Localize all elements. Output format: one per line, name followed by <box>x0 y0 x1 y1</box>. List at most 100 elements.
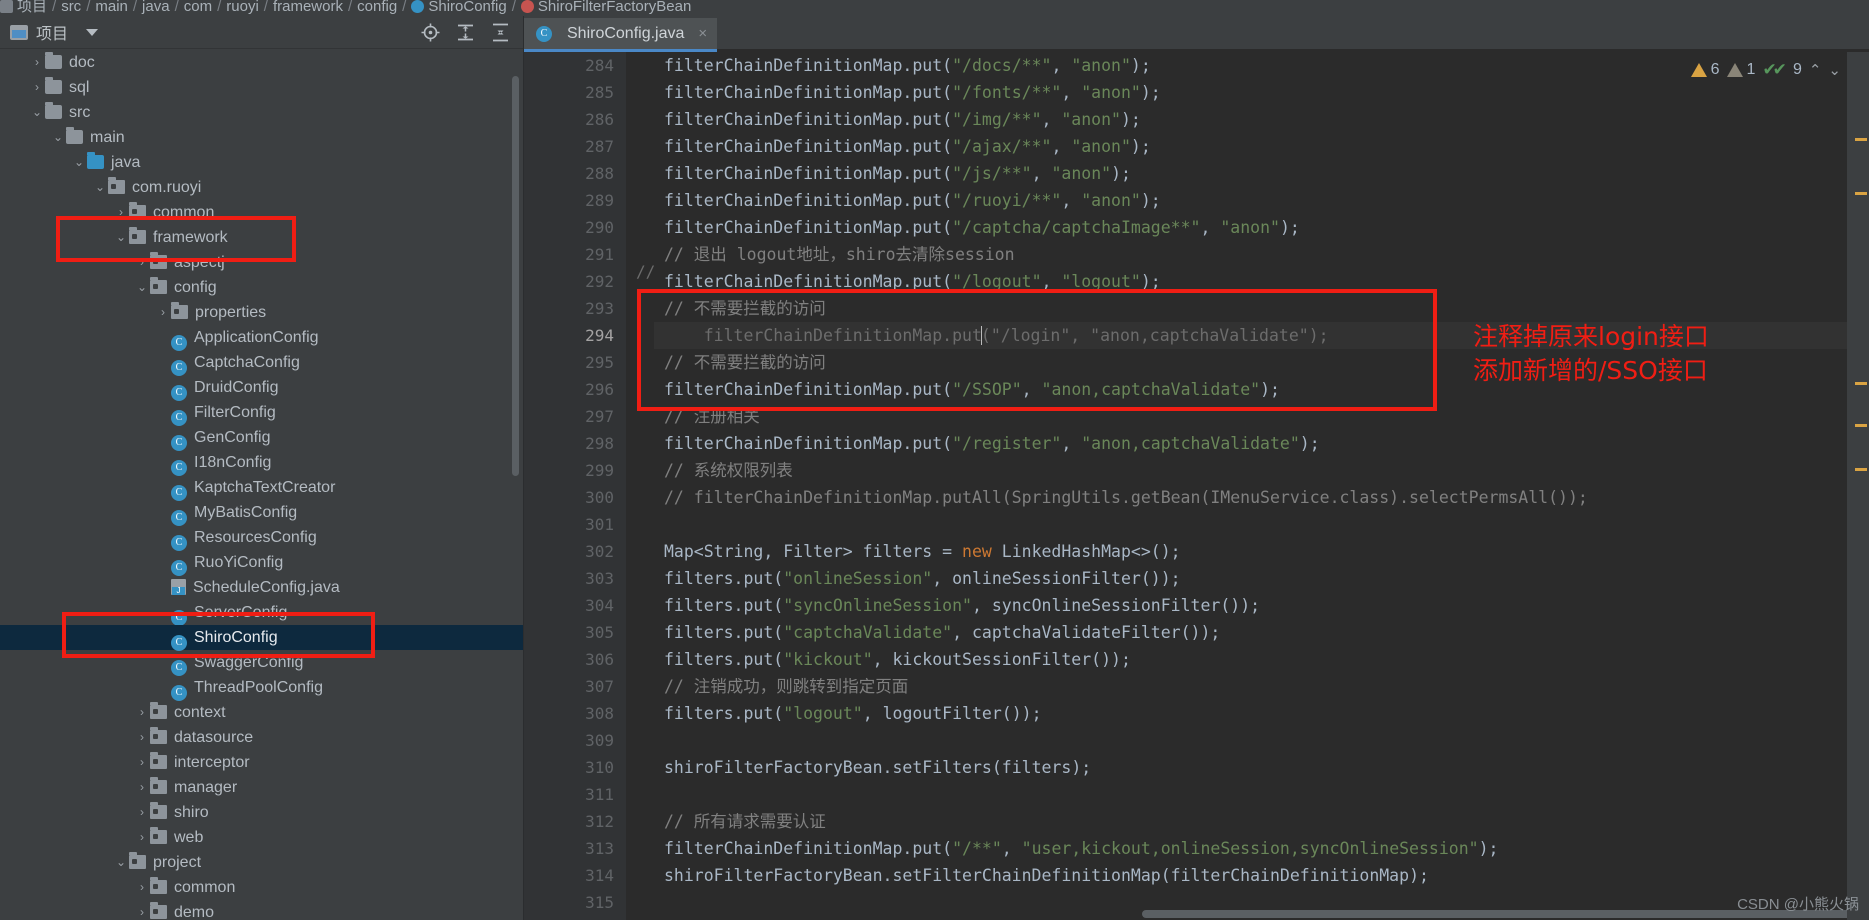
code-line[interactable] <box>654 511 1869 538</box>
code-line[interactable]: // 注册相关 <box>654 403 1869 430</box>
code-line[interactable]: // 所有请求需要认证 <box>654 808 1869 835</box>
tree-item-ruoyiconfig[interactable]: C RuoYiConfig <box>0 550 523 576</box>
code-line[interactable]: filterChainDefinitionMap.put("/fonts/**"… <box>654 79 1869 106</box>
code-line[interactable]: filterChainDefinitionMap.put("/register"… <box>654 430 1869 457</box>
tree-item-main[interactable]: ⌄ main <box>0 125 523 150</box>
inspection-mark[interactable] <box>1855 424 1867 427</box>
tree-item-druidconfig[interactable]: C DruidConfig <box>0 375 523 401</box>
line-number[interactable]: 301 <box>524 511 626 538</box>
collapse-all-icon[interactable] <box>490 22 511 43</box>
line-number[interactable]: 303 <box>524 565 626 592</box>
tree-item-config[interactable]: ⌄ config <box>0 275 523 300</box>
chevron-right-icon[interactable]: › <box>134 250 150 275</box>
line-number[interactable]: 284 <box>524 52 626 79</box>
tab-shiroconfig[interactable]: C ShiroConfig.java × <box>524 18 718 52</box>
line-number[interactable]: 299 <box>524 457 648 484</box>
line-number[interactable]: 289 <box>524 187 626 214</box>
line-number[interactable]: 287 <box>524 133 626 160</box>
code-line[interactable]: filterChainDefinitionMap.put("/js/**", "… <box>654 160 1869 187</box>
project-tree-scrollbar[interactable] <box>512 76 519 476</box>
code-line[interactable]: // 退出 logout地址，shiro去清除session <box>654 241 1869 268</box>
line-number[interactable]: 306 <box>524 646 626 673</box>
tree-item-threadpoolconfig[interactable]: C ThreadPoolConfig <box>0 675 523 701</box>
chevron-right-icon[interactable]: › <box>29 75 45 100</box>
tree-item-interceptor[interactable]: › interceptor <box>0 750 523 775</box>
line-number[interactable]: 315 <box>524 889 626 916</box>
inspection-mark[interactable] <box>1855 468 1867 471</box>
code-line[interactable]: // 不需要拦截的访问 <box>654 295 1869 322</box>
chevron-right-icon[interactable]: › <box>134 700 150 725</box>
line-number[interactable]: 291 <box>524 241 626 268</box>
chevron-right-icon[interactable]: › <box>113 200 129 225</box>
tree-item-shiro[interactable]: › shiro <box>0 800 523 825</box>
locate-icon[interactable] <box>420 22 441 43</box>
code-line[interactable]: filterChainDefinitionMap.put("/ruoyi/**"… <box>654 187 1869 214</box>
chevron-right-icon[interactable]: › <box>134 750 150 775</box>
inspection-mark[interactable] <box>1855 192 1867 195</box>
code-line[interactable]: // 系统权限列表 <box>654 457 1869 484</box>
tree-item-scheduleconfig-java[interactable]: ScheduleConfig.java <box>0 575 523 600</box>
code-line[interactable]: // filterChainDefinitionMap.putAll(Sprin… <box>654 484 1869 511</box>
tree-item-i18nconfig[interactable]: C I18nConfig <box>0 450 523 476</box>
tree-item-properties[interactable]: › properties <box>0 300 523 325</box>
breadcrumb-item[interactable]: com <box>184 0 212 15</box>
tree-item-datasource[interactable]: › datasource <box>0 725 523 750</box>
code-line[interactable]: filterChainDefinitionMap.put("/ajax/**",… <box>654 133 1869 160</box>
tree-item-captchaconfig[interactable]: C CaptchaConfig <box>0 350 523 376</box>
project-tree[interactable]: › doc › sql ⌄ src ⌄ main ⌄ java ⌄ com.ruoyi › common ⌄… <box>0 50 523 920</box>
line-number[interactable]: 298 <box>524 430 626 457</box>
tree-item-swaggerconfig[interactable]: C SwaggerConfig <box>0 650 523 676</box>
code-line[interactable]: filterChainDefinitionMap.put("/logout", … <box>654 268 1869 295</box>
code-line[interactable] <box>654 781 1869 808</box>
breadcrumb-item[interactable]: src <box>61 0 81 15</box>
code-line[interactable]: filterChainDefinitionMap.put("/captcha/c… <box>654 214 1869 241</box>
code-line[interactable]: filterChainDefinitionMap.put("/img/**", … <box>654 106 1869 133</box>
chevron-down-icon[interactable]: ⌄ <box>134 275 150 300</box>
code-line[interactable]: filters.put("logout", logoutFilter()); <box>654 700 1869 727</box>
chevron-right-icon[interactable]: › <box>29 50 45 75</box>
chevron-right-icon[interactable]: › <box>134 900 150 920</box>
code-line[interactable]: filterChainDefinitionMap.put("/**", "use… <box>654 835 1869 862</box>
tree-item-src[interactable]: ⌄ src <box>0 100 523 125</box>
tree-item-filterconfig[interactable]: C FilterConfig <box>0 400 523 426</box>
line-number[interactable]: 294 <box>524 322 626 349</box>
line-number[interactable]: 309 <box>524 727 626 754</box>
tree-item-common[interactable]: › common <box>0 200 523 225</box>
tree-item-sql[interactable]: › sql <box>0 75 523 100</box>
code-line[interactable]: filters.put("captchaValidate", captchaVa… <box>654 619 1869 646</box>
breadcrumb-item[interactable]: ShiroFilterFactoryBean <box>538 0 691 15</box>
breadcrumb-item[interactable]: main <box>95 0 128 15</box>
line-number[interactable]: 300 <box>524 484 648 511</box>
tree-item-mybatisconfig[interactable]: C MyBatisConfig <box>0 500 523 526</box>
warnings-chip[interactable]: 6 <box>1690 61 1720 79</box>
line-number[interactable]: 297 <box>524 403 626 430</box>
line-number[interactable]: 313 <box>524 835 626 862</box>
tree-item-shiroconfig[interactable]: C ShiroConfig <box>0 625 523 651</box>
tree-item-kaptchatextcreator[interactable]: C KaptchaTextCreator <box>0 475 523 501</box>
inspection-mark[interactable] <box>1855 138 1867 141</box>
line-number[interactable]: 305 <box>524 619 626 646</box>
line-number[interactable]: 293 <box>524 295 648 322</box>
tree-item-project[interactable]: ⌄ project <box>0 850 523 875</box>
code-editor[interactable]: 284 285 286 287 288 289 290 291 292 293 294 295 296 2… <box>524 52 1869 920</box>
breadcrumb-item[interactable]: java <box>142 0 170 15</box>
tree-item-context[interactable]: › context <box>0 700 523 725</box>
close-icon[interactable]: × <box>698 25 707 42</box>
tree-item-java[interactable]: ⌄ java <box>0 150 523 175</box>
line-number[interactable]: 308 <box>524 700 626 727</box>
tree-item-genconfig[interactable]: C GenConfig <box>0 425 523 451</box>
chevron-down-icon[interactable]: ⌄ <box>1828 61 1841 79</box>
line-number[interactable]: 296 <box>524 376 626 403</box>
tree-item-web[interactable]: › web <box>0 825 523 850</box>
line-number[interactable]: 285 <box>524 79 626 106</box>
chevron-down-icon[interactable]: ⌄ <box>92 175 108 200</box>
code-line[interactable]: shiroFilterFactoryBean.setFilterChainDef… <box>654 862 1869 889</box>
chevron-down-icon[interactable]: ⌄ <box>113 850 129 875</box>
line-number[interactable]: 310 <box>524 754 626 781</box>
code-line[interactable]: // 注销成功，则跳转到指定页面 <box>654 673 1869 700</box>
breadcrumb-item[interactable]: config <box>357 0 397 15</box>
breadcrumb-item[interactable]: 项目 <box>17 0 47 15</box>
code-line[interactable]: Map<String, Filter> filters = new Linked… <box>654 538 1869 565</box>
tree-item-com-ruoyi[interactable]: ⌄ com.ruoyi <box>0 175 523 200</box>
breadcrumb-item[interactable]: ShiroConfig <box>428 0 506 15</box>
